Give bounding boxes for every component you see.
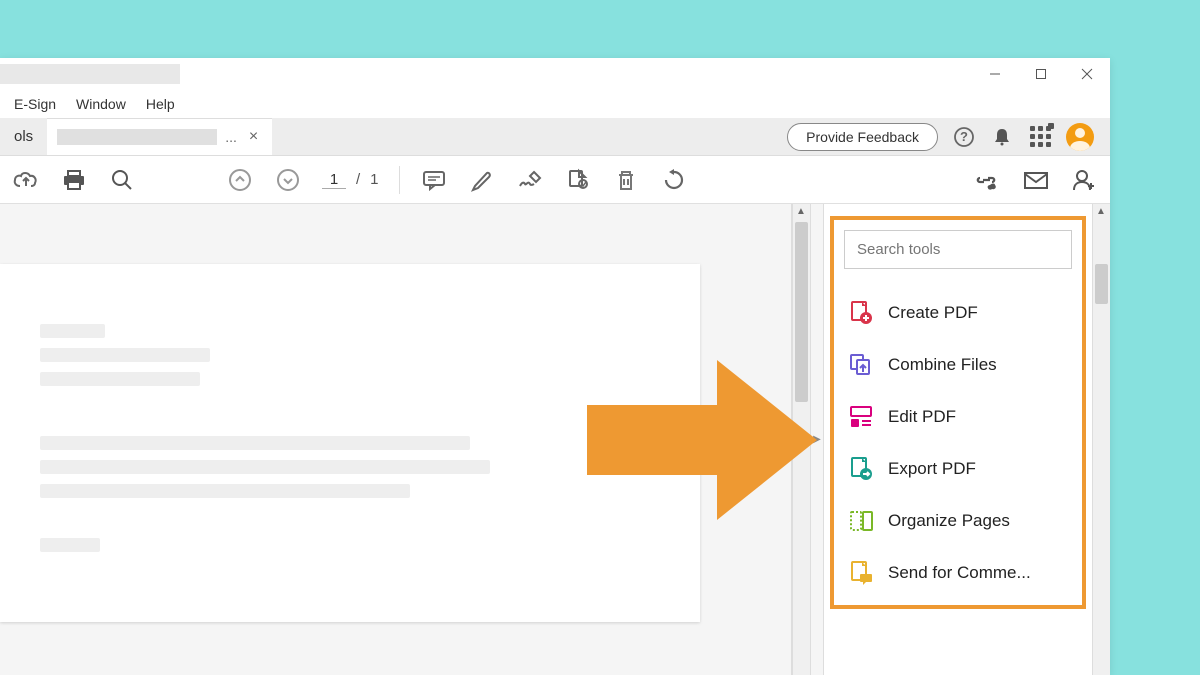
organize-pages-icon [848,508,874,534]
provide-feedback-button[interactable]: Provide Feedback [787,123,938,151]
scrollbar-thumb[interactable] [1095,264,1108,304]
tab-close-icon[interactable]: × [245,128,262,146]
search-tools-input[interactable] [844,230,1072,269]
bell-icon[interactable] [990,125,1014,149]
tab-tools[interactable]: ols [0,118,47,155]
stamp-icon[interactable] [564,166,592,194]
tools-panel: Create PDF Combine Files Edit PDF Export… [824,204,1092,675]
link-cloud-icon[interactable] [974,166,1002,194]
export-pdf-icon [848,456,874,482]
page-up-icon[interactable] [226,166,254,194]
tabbar: ols ... × Provide Feedback ? [0,118,1110,156]
toolbar: / 1 [0,156,1110,204]
main-area: ▲ ▶ Create PDF Combine Files Edit PDF [0,204,1110,675]
tool-item-label: Combine Files [888,355,997,375]
share-user-icon[interactable] [1070,166,1098,194]
tool-item-edit-pdf[interactable]: Edit PDF [844,391,1072,443]
tab-document[interactable]: ... × [47,118,272,155]
user-avatar-icon[interactable] [1066,123,1094,151]
toolbar-separator [399,166,400,194]
sign-icon[interactable] [516,166,544,194]
menu-window[interactable]: Window [66,92,136,116]
delete-icon[interactable] [612,166,640,194]
apps-grid-icon[interactable] [1028,125,1052,149]
zoom-icon[interactable] [108,166,136,194]
page-down-icon[interactable] [274,166,302,194]
cloud-upload-icon[interactable] [12,166,40,194]
tool-item-create-pdf[interactable]: Create PDF [844,287,1072,339]
tool-item-label: Send for Comme... [888,563,1031,583]
tabs: ols ... × [0,118,272,155]
tool-item-export-pdf[interactable]: Export PDF [844,443,1072,495]
page-sep: / [356,171,360,188]
menu-help[interactable]: Help [136,92,185,116]
edit-pdf-icon [848,404,874,430]
help-icon[interactable]: ? [952,125,976,149]
page-total: 1 [370,171,378,188]
print-icon[interactable] [60,166,88,194]
minimize-button[interactable] [972,58,1018,90]
window-controls [972,58,1110,90]
comment-icon[interactable] [420,166,448,194]
highlight-icon[interactable] [468,166,496,194]
app-window: E-Sign Window Help ols ... × Provide Fee… [0,58,1110,675]
tool-item-label: Edit PDF [888,407,956,427]
tool-item-label: Export PDF [888,459,976,479]
titlebar [0,58,1110,90]
tool-item-label: Organize Pages [888,511,1010,531]
rotate-icon[interactable] [660,166,688,194]
document-name-ellipsis: ... [225,129,237,145]
document-name-placeholder [57,129,217,145]
send-comment-icon [848,560,874,586]
email-icon[interactable] [1022,166,1050,194]
svg-text:?: ? [960,129,968,144]
menubar: E-Sign Window Help [0,90,1110,118]
annotation-arrow [577,350,827,530]
menu-esign[interactable]: E-Sign [4,92,66,116]
tools-highlight-box: Create PDF Combine Files Edit PDF Export… [830,216,1086,609]
panel-scrollbar[interactable]: ▲ [1092,204,1110,675]
page-number-input[interactable] [322,171,346,189]
page-navigation: / 1 [322,171,379,189]
window-title-placeholder [0,64,180,84]
tool-item-send-for-comments[interactable]: Send for Comme... [844,547,1072,599]
tabbar-right: Provide Feedback ? [787,123,1110,151]
combine-files-icon [848,352,874,378]
maximize-button[interactable] [1018,58,1064,90]
close-button[interactable] [1064,58,1110,90]
create-pdf-icon [848,300,874,326]
tool-item-label: Create PDF [888,303,978,323]
tool-item-combine-files[interactable]: Combine Files [844,339,1072,391]
tool-item-organize-pages[interactable]: Organize Pages [844,495,1072,547]
